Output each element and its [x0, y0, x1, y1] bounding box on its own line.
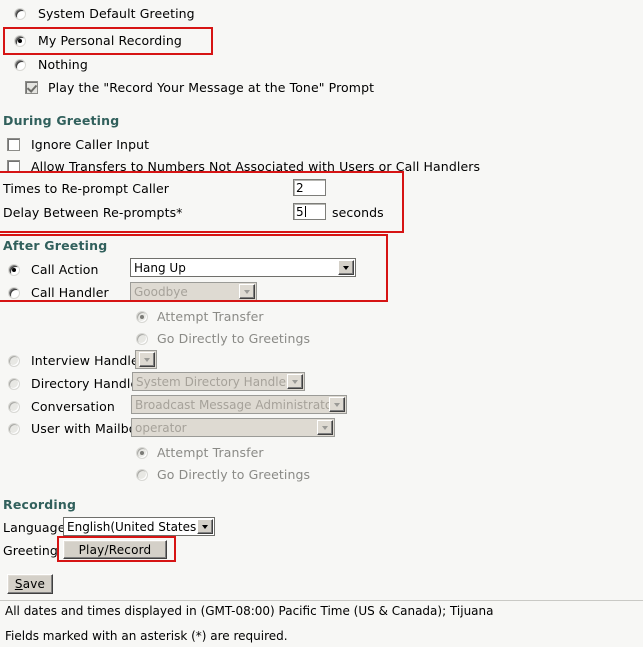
- radio-label-conversation: Conversation: [31, 399, 115, 414]
- play-record-button[interactable]: Play/Record: [63, 540, 167, 559]
- select-directory-handler[interactable]: System Directory Handler: [132, 372, 305, 391]
- radio-call-handler[interactable]: [8, 286, 20, 299]
- select-directory-handler-value: System Directory Handler: [136, 374, 287, 389]
- radio-row-handler-go-directly-to-greetings[interactable]: Go Directly to Greetings: [136, 331, 310, 346]
- greetings-settings-page: System Default Greeting My Personal Reco…: [0, 0, 643, 647]
- radio-handler-attempt-transfer[interactable]: [136, 310, 148, 323]
- checkbox-allow-transfers[interactable]: [7, 160, 20, 173]
- select-call-handler-value: Goodbye: [134, 284, 188, 299]
- radio-label-call-action: Call Action: [31, 262, 99, 277]
- radio-my-personal-recording[interactable]: [14, 34, 26, 47]
- radio-row-mailbox-go-directly-to-greetings[interactable]: Go Directly to Greetings: [136, 467, 310, 482]
- checkbox-label-ignore-caller-input: Ignore Caller Input: [31, 137, 150, 152]
- radio-conversation[interactable]: [8, 400, 20, 413]
- radio-interview-handler[interactable]: [8, 354, 20, 367]
- radio-label-directory-handler: Directory Handler: [31, 376, 144, 391]
- text-caret: [304, 206, 306, 217]
- radio-directory-handler[interactable]: [8, 377, 20, 390]
- select-call-handler[interactable]: Goodbye: [130, 282, 257, 301]
- select-language[interactable]: English(United States): [63, 517, 215, 536]
- radio-nothing[interactable]: [14, 58, 26, 71]
- radio-label-my-personal-recording: My Personal Recording: [38, 33, 182, 48]
- radio-row-call-handler[interactable]: Call Handler: [8, 285, 109, 300]
- checkbox-row-record-your-message-prompt[interactable]: Play the "Record Your Message at the Ton…: [25, 80, 374, 95]
- radio-row-interview-handler[interactable]: Interview Handler: [8, 353, 144, 368]
- radio-label-user-with-mailbox: User with Mailbox: [31, 421, 144, 436]
- input-times-to-reprompt-caller-value: 2: [296, 180, 304, 195]
- select-interview-handler[interactable]: [135, 350, 157, 369]
- chevron-down-icon[interactable]: [239, 284, 255, 299]
- label-delay-units: seconds: [332, 205, 384, 220]
- footer-divider: [0, 600, 643, 601]
- checkbox-ignore-caller-input[interactable]: [7, 138, 20, 151]
- select-conversation[interactable]: Broadcast Message Administrator: [131, 395, 347, 414]
- radio-label-handler-attempt-transfer: Attempt Transfer: [157, 309, 264, 324]
- checkbox-label-record-your-message-prompt: Play the "Record Your Message at the Ton…: [48, 80, 375, 95]
- input-times-to-reprompt-caller[interactable]: 2: [293, 179, 326, 196]
- save-button-accesskey: S: [14, 577, 23, 591]
- chevron-down-icon[interactable]: [197, 519, 213, 534]
- radio-row-system-default-greeting[interactable]: System Default Greeting: [14, 6, 195, 21]
- radio-row-user-with-mailbox[interactable]: User with Mailbox: [8, 421, 144, 436]
- radio-row-directory-handler[interactable]: Directory Handler: [8, 376, 144, 391]
- select-language-value: English(United States): [67, 519, 197, 534]
- radio-row-my-personal-recording[interactable]: My Personal Recording: [14, 33, 182, 48]
- radio-label-system-default-greeting: System Default Greeting: [38, 6, 195, 21]
- select-user-with-mailbox[interactable]: operator: [131, 418, 335, 437]
- radio-label-nothing: Nothing: [38, 57, 88, 72]
- checkbox-row-allow-transfers[interactable]: Allow Transfers to Numbers Not Associate…: [7, 159, 480, 174]
- label-times-to-reprompt-caller: Times to Re-prompt Caller: [3, 181, 170, 196]
- radio-row-nothing[interactable]: Nothing: [14, 57, 88, 72]
- radio-row-mailbox-attempt-transfer[interactable]: Attempt Transfer: [136, 445, 264, 460]
- input-delay-between-reprompts[interactable]: 5: [293, 203, 326, 220]
- select-user-with-mailbox-value: operator: [135, 420, 187, 435]
- section-heading-after-greeting: After Greeting: [3, 238, 108, 253]
- chevron-down-icon[interactable]: [338, 260, 354, 275]
- radio-mailbox-go-directly-to-greetings[interactable]: [136, 468, 148, 481]
- radio-row-handler-attempt-transfer[interactable]: Attempt Transfer: [136, 309, 264, 324]
- radio-label-mailbox-go-directly-to-greetings: Go Directly to Greetings: [157, 467, 311, 482]
- radio-label-interview-handler: Interview Handler: [31, 353, 145, 368]
- checkbox-label-allow-transfers: Allow Transfers to Numbers Not Associate…: [31, 159, 481, 174]
- select-conversation-value: Broadcast Message Administrator: [135, 397, 329, 412]
- radio-row-call-action[interactable]: Call Action: [8, 262, 99, 277]
- radio-handler-go-directly-to-greetings[interactable]: [136, 332, 148, 345]
- chevron-down-icon[interactable]: [329, 397, 345, 412]
- select-call-action[interactable]: Hang Up: [130, 258, 356, 277]
- input-delay-between-reprompts-value: 5: [296, 204, 304, 219]
- radio-user-with-mailbox[interactable]: [8, 422, 20, 435]
- section-heading-recording: Recording: [3, 497, 77, 512]
- radio-label-call-handler: Call Handler: [31, 285, 109, 300]
- section-heading-during-greeting: During Greeting: [3, 113, 120, 128]
- label-greeting: Greeting: [3, 543, 58, 558]
- footer-required-note: Fields marked with an asterisk (*) are r…: [5, 629, 288, 643]
- radio-label-handler-go-directly-to-greetings: Go Directly to Greetings: [157, 331, 311, 346]
- radio-row-conversation[interactable]: Conversation: [8, 399, 115, 414]
- footer-timezone-note: All dates and times displayed in (GMT-08…: [5, 604, 494, 618]
- label-language: Language: [3, 520, 66, 535]
- select-call-action-value: Hang Up: [134, 260, 186, 275]
- save-button[interactable]: Save: [7, 574, 53, 594]
- chevron-down-icon[interactable]: [287, 374, 303, 389]
- label-delay-between-reprompts: Delay Between Re-prompts*: [3, 205, 183, 220]
- radio-call-action[interactable]: [8, 263, 20, 276]
- checkbox-row-ignore-caller-input[interactable]: Ignore Caller Input: [7, 137, 149, 152]
- radio-label-mailbox-attempt-transfer: Attempt Transfer: [157, 445, 264, 460]
- radio-system-default-greeting[interactable]: [14, 7, 26, 20]
- checkbox-record-your-message-prompt[interactable]: [25, 81, 38, 94]
- radio-mailbox-attempt-transfer[interactable]: [136, 446, 148, 459]
- chevron-down-icon[interactable]: [139, 352, 155, 367]
- save-button-label-rest: ave: [22, 577, 46, 591]
- chevron-down-icon[interactable]: [317, 420, 333, 435]
